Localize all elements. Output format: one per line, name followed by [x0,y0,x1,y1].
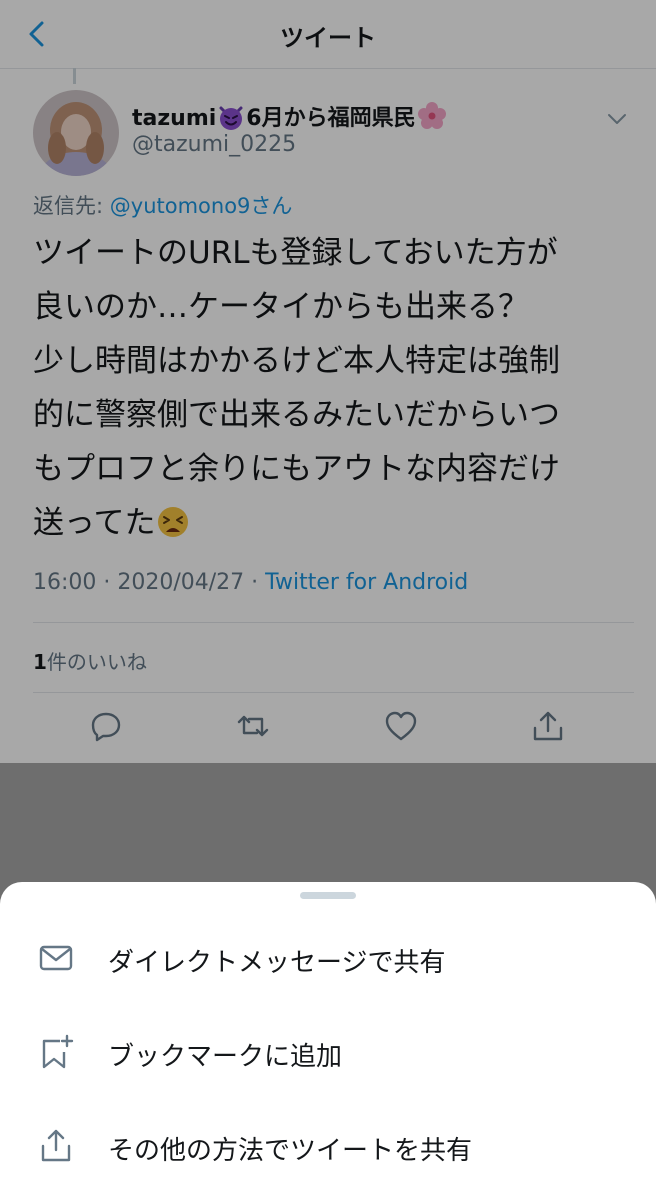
add-bookmark[interactable]: ブックマークに追加 [0,1012,656,1092]
share-item-label: ダイレクトメッセージで共有 [108,948,446,978]
share-sheet: ダイレクトメッセージで共有 ブックマークに追加 その他の方法でツイートを共有 [0,882,656,1200]
share-via-direct-message[interactable]: ダイレクトメッセージで共有 [0,918,656,998]
sheet-grabber-handle[interactable] [300,892,356,899]
mail-icon [39,945,73,971]
share-icon [41,1129,71,1162]
share-item-label: その他の方法でツイートを共有 [108,1136,473,1166]
share-item-label: ブックマークに追加 [108,1042,343,1072]
bookmark-add-icon [42,1034,74,1069]
share-via-other[interactable]: その他の方法でツイートを共有 [0,1106,656,1186]
